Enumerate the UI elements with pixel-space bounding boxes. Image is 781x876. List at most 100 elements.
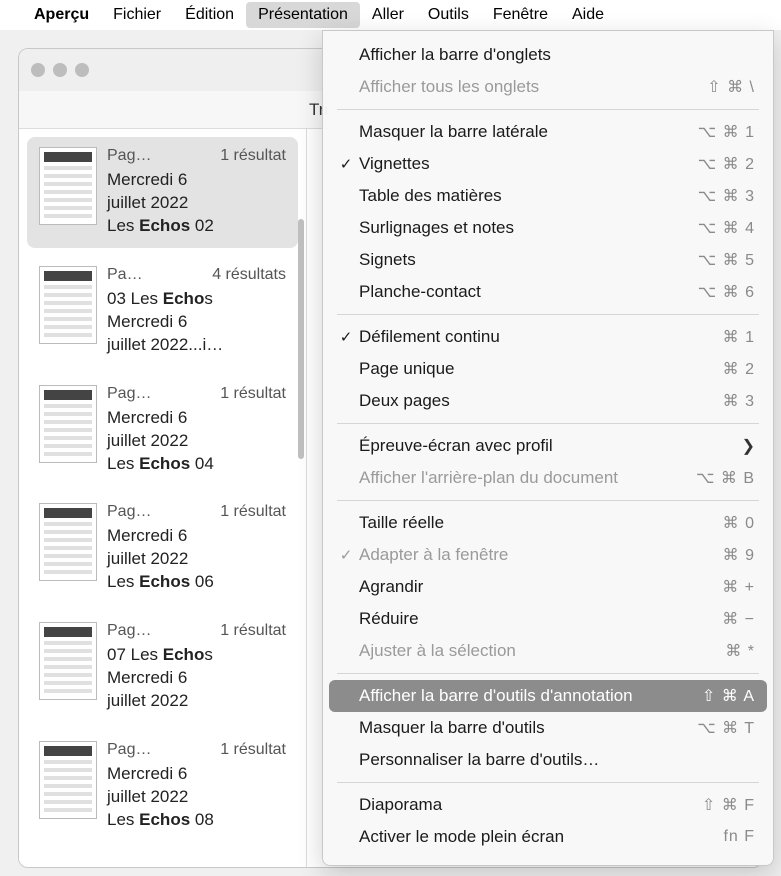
result-count: 4 résultats <box>212 266 286 284</box>
menu-item[interactable]: ✓Vignettes⌥ ⌘ 2 <box>323 148 773 180</box>
chevron-right-icon: ❯ <box>742 436 755 456</box>
thumbnail-text: 03 Les EchosMercredi 6juillet 2022...i… <box>107 288 286 357</box>
menubar-item-aperçu[interactable]: Aperçu <box>22 2 101 28</box>
menu-shortcut: ⇧ ⌘ \ <box>707 77 755 97</box>
menu-item-label: Épreuve-écran avec profil <box>359 436 734 456</box>
menu-shortcut: ⌥ ⌘ 5 <box>698 250 755 270</box>
menu-item[interactable]: Masquer la barre d'outils⌥ ⌘ T <box>323 712 773 744</box>
menu-item[interactable]: Agrandir⌘ + <box>323 571 773 603</box>
menu-item: Afficher tous les onglets⇧ ⌘ \ <box>323 71 773 103</box>
menu-item[interactable]: Afficher la barre d'outils d'annotation⇧… <box>329 680 767 712</box>
menu-item-label: Signets <box>359 250 698 270</box>
page-thumbnail-icon <box>39 147 97 225</box>
menu-item[interactable]: Surlignages et notes⌥ ⌘ 4 <box>323 212 773 244</box>
page-label: Pag… <box>107 147 151 165</box>
menubar-item-présentation[interactable]: Présentation <box>246 2 360 28</box>
menu-separator <box>337 423 759 424</box>
scrollbar-thumb[interactable] <box>298 219 304 459</box>
thumbnail-item[interactable]: Pag…1 résultatMercredi 6juillet 2022Les … <box>27 137 298 248</box>
presentation-menu: Afficher la barre d'onglets Afficher tous… <box>322 30 774 866</box>
menu-item-label: Afficher tous les onglets <box>359 77 707 97</box>
menu-item[interactable]: Épreuve-écran avec profil ❯ <box>323 430 773 462</box>
result-count: 1 résultat <box>220 385 286 403</box>
menu-item-label: Ajuster à la sélection <box>359 641 725 661</box>
menu-item[interactable]: ✓Défilement continu⌘ 1 <box>323 321 773 353</box>
window-controls <box>31 63 89 77</box>
menu-item: Afficher l'arrière-plan du document⌥ ⌘ B <box>323 462 773 494</box>
menubar-item-outils[interactable]: Outils <box>416 2 481 28</box>
page-label: Pag… <box>107 741 151 759</box>
menu-item-label: Personnaliser la barre d'outils… <box>359 750 755 770</box>
menu-item[interactable]: Taille réelle⌘ 0 <box>323 507 773 539</box>
menu-item[interactable]: Table des matières⌥ ⌘ 3 <box>323 180 773 212</box>
thumbnail-text: Mercredi 6juillet 2022Les Echos 02 <box>107 169 286 238</box>
checkmark-icon: ✓ <box>333 328 359 346</box>
menubar-item-aller[interactable]: Aller <box>360 2 416 28</box>
menu-shortcut: ⇧ ⌘ A <box>702 686 755 706</box>
thumbnail-item[interactable]: Pa…4 résultats03 Les EchosMercredi 6juil… <box>27 256 298 367</box>
page-thumbnail-icon <box>39 503 97 581</box>
menu-shortcut: ⌥ ⌘ 1 <box>698 122 755 142</box>
menu-item-label: Défilement continu <box>359 327 723 347</box>
menu-separator <box>337 500 759 501</box>
page-label: Pag… <box>107 503 151 521</box>
menu-item-label: Agrandir <box>359 577 722 597</box>
menubar-item-fenêtre[interactable]: Fenêtre <box>481 2 560 28</box>
thumbnail-meta: Pag…1 résultatMercredi 6juillet 2022Les … <box>107 503 286 594</box>
menu-item: ✓Adapter à la fenêtre⌘ 9 <box>323 539 773 571</box>
menu-item[interactable]: Personnaliser la barre d'outils… <box>323 744 773 776</box>
menu-shortcut: ⌘ 2 <box>723 359 755 379</box>
page-thumbnail-icon <box>39 385 97 463</box>
thumbnail-item[interactable]: Pag…1 résultat07 Les EchosMercredi 6juil… <box>27 612 298 723</box>
menu-item-label: Diaporama <box>359 795 702 815</box>
menu-shortcut: ⌥ ⌘ 3 <box>698 186 755 206</box>
menu-item[interactable]: Planche-contact⌥ ⌘ 6 <box>323 276 773 308</box>
menu-item-label: Afficher l'arrière-plan du document <box>359 468 696 488</box>
close-window-icon[interactable] <box>31 63 45 77</box>
menu-item-label: Table des matières <box>359 186 698 206</box>
page-label: Pag… <box>107 385 151 403</box>
menu-item-label: Vignettes <box>359 154 698 174</box>
checkmark-icon: ✓ <box>333 155 359 173</box>
menu-shortcut: fn F <box>723 828 755 846</box>
menu-shortcut: ⇧ ⌘ F <box>702 795 755 815</box>
menu-separator <box>337 782 759 783</box>
menu-shortcut: ⌘ 1 <box>723 327 755 347</box>
minimize-window-icon[interactable] <box>53 63 67 77</box>
menu-item[interactable]: Activer le mode plein écranfn F <box>323 821 773 853</box>
thumbnail-text: Mercredi 6juillet 2022Les Echos 08 <box>107 763 286 832</box>
menu-item[interactable]: Masquer la barre latérale⌥ ⌘ 1 <box>323 116 773 148</box>
thumbnail-item[interactable]: Pag…1 résultatMercredi 6juillet 2022Les … <box>27 493 298 604</box>
menu-separator <box>337 673 759 674</box>
menu-item-label: Afficher la barre d'onglets <box>359 45 755 65</box>
menu-item-label: Masquer la barre d'outils <box>359 718 697 738</box>
menu-item[interactable]: Diaporama⇧ ⌘ F <box>323 789 773 821</box>
menu-shortcut: ⌥ ⌘ 4 <box>698 218 755 238</box>
menu-separator <box>337 109 759 110</box>
menu-item[interactable]: Deux pages⌘ 3 <box>323 385 773 417</box>
menu-item[interactable]: Signets⌥ ⌘ 5 <box>323 244 773 276</box>
zoom-window-icon[interactable] <box>75 63 89 77</box>
menu-item-label: Planche-contact <box>359 282 698 302</box>
menu-separator <box>337 314 759 315</box>
menubar-item-fichier[interactable]: Fichier <box>101 2 173 28</box>
thumbnail-text: 07 Les EchosMercredi 6juillet 2022 <box>107 644 286 713</box>
result-count: 1 résultat <box>220 622 286 640</box>
menu-item[interactable]: Afficher la barre d'onglets <box>323 39 773 71</box>
checkmark-icon: ✓ <box>333 546 359 564</box>
result-count: 1 résultat <box>220 503 286 521</box>
thumbnail-item[interactable]: Pag…1 résultatMercredi 6juillet 2022Les … <box>27 731 298 842</box>
menubar-item-édition[interactable]: Édition <box>173 2 246 28</box>
menu-shortcut: ⌘ − <box>722 609 755 629</box>
page-thumbnail-icon <box>39 266 97 344</box>
thumbnail-sidebar[interactable]: Pag… 1 résultat Mercredi 6juillet 2022Les … <box>19 129 307 867</box>
menu-item[interactable]: Page unique⌘ 2 <box>323 353 773 385</box>
page-thumbnail-icon <box>39 741 97 819</box>
menubar-item-aide[interactable]: Aide <box>560 2 616 28</box>
menu-item-label: Surlignages et notes <box>359 218 698 238</box>
thumbnail-item[interactable]: Pag…1 résultatMercredi 6juillet 2022Les … <box>27 375 298 486</box>
menu-shortcut: ⌘ * <box>725 641 755 661</box>
menu-item-label: Activer le mode plein écran <box>359 827 723 847</box>
thumbnail-meta: Pag…1 résultatMercredi 6juillet 2022Les … <box>107 147 286 238</box>
menu-item[interactable]: Réduire⌘ − <box>323 603 773 635</box>
